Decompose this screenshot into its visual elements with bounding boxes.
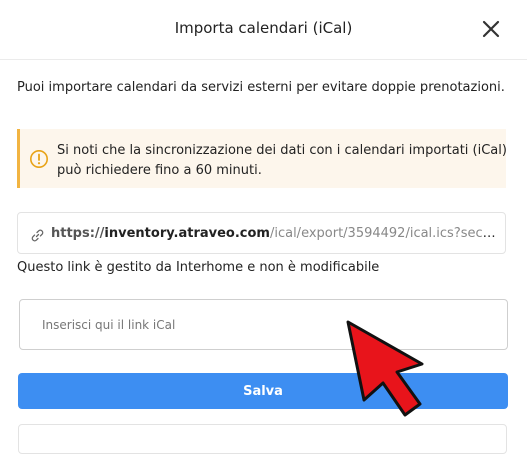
intro-text: Puoi importare calendari da servizi este… xyxy=(17,80,505,95)
dialog-title: Importa calendari (iCal) xyxy=(174,19,353,37)
link-path: /ical/export/3594492/ical.ics?secu... xyxy=(269,226,496,241)
close-icon[interactable] xyxy=(480,18,502,40)
link-domain: inventory.atraveo.com xyxy=(104,226,270,241)
warning-circle-icon xyxy=(29,149,49,169)
notice-text: Si noti che la sincronizzazione dei dati… xyxy=(57,143,507,178)
link-scheme: https:// xyxy=(51,226,105,241)
save-button[interactable]: Salva xyxy=(18,373,508,409)
link-readonly-note: Questo link è gestito da Interhome e non… xyxy=(17,260,380,275)
dialog-header: Importa calendari (iCal) xyxy=(0,0,527,60)
sync-notice: Si noti che la sincronizzazione dei dati… xyxy=(17,129,507,188)
export-link-url: https://inventory.atraveo.com/ical/expor… xyxy=(51,226,496,241)
bottom-list-card xyxy=(18,424,507,454)
link-icon xyxy=(31,227,44,242)
export-link-field: https://inventory.atraveo.com/ical/expor… xyxy=(17,212,506,254)
ical-link-input[interactable] xyxy=(19,299,508,350)
